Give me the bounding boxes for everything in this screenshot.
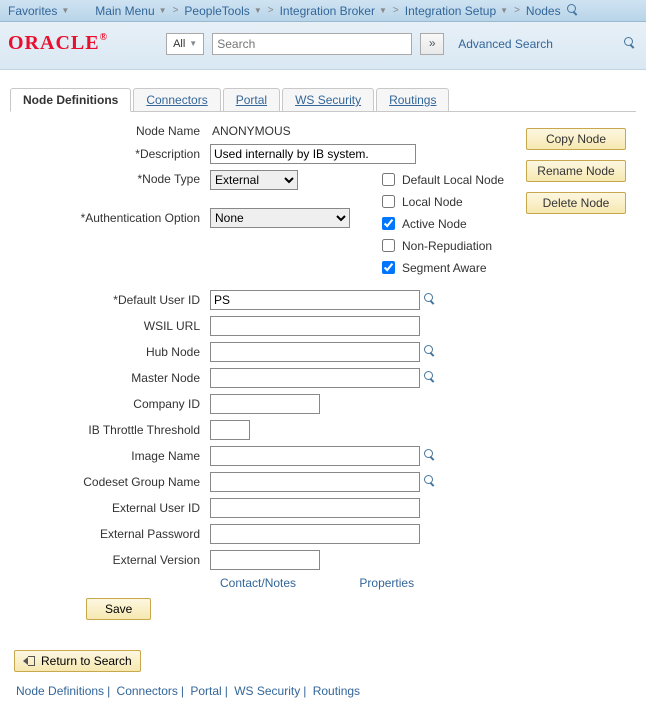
input-default-user-id[interactable] [210,290,420,310]
label-codeset: Codeset Group Name [10,475,210,489]
tab-ws-security[interactable]: WS Security [282,88,374,111]
link-properties[interactable]: Properties [359,576,414,590]
lookup-icon[interactable] [424,449,438,463]
lookup-icon[interactable] [424,345,438,359]
select-auth-option[interactable]: None [210,208,350,228]
label-segment-aware: Segment Aware [402,261,487,275]
label-local-node: Local Node [402,195,463,209]
label-throttle: IB Throttle Threshold [10,423,210,437]
crumb-integration-broker[interactable]: Integration Broker [280,4,375,18]
global-search-bar: ORACLE® All ▼ » Advanced Search [0,22,646,70]
return-icon [23,655,35,667]
label-wsil-url: WSIL URL [10,319,210,333]
advanced-search-link[interactable]: Advanced Search [458,37,553,51]
footer-tab-links: Node Definitions| Connectors| Portal| WS… [10,684,636,698]
search-scope-label: All [173,38,185,50]
label-description: *Description [10,147,210,161]
oracle-logo: ORACLE® [8,32,108,55]
crumb-integration-setup[interactable]: Integration Setup [405,4,496,18]
label-ext-pass: External Password [10,527,210,541]
input-company-id[interactable] [210,394,320,414]
input-description[interactable] [210,144,416,164]
footer-link-node-definitions[interactable]: Node Definitions [16,684,104,698]
dropdown-caret-icon: ▼ [254,6,262,15]
search-icon[interactable] [567,4,581,18]
breadcrumb-sep-icon: > [391,5,401,16]
footer-link-connectors[interactable]: Connectors [117,684,178,698]
lookup-icon[interactable] [424,293,438,307]
tab-portal[interactable]: Portal [223,88,280,111]
tab-routings[interactable]: Routings [376,88,449,111]
label-node-type: *Node Type [10,170,210,186]
crumb-peopletools[interactable]: PeopleTools [184,4,249,18]
lookup-icon[interactable] [424,371,438,385]
lookup-icon[interactable] [424,475,438,489]
dropdown-caret-icon: ▼ [61,6,69,15]
footer-link-routings[interactable]: Routings [313,684,360,698]
select-node-type[interactable]: External [210,170,298,190]
label-auth-option: *Authentication Option [10,211,210,225]
label-ext-ver: External Version [10,553,210,567]
input-image-name[interactable] [210,446,420,466]
dropdown-caret-icon: ▼ [500,6,508,15]
input-throttle[interactable] [210,420,250,440]
breadcrumb-sep-icon: > [171,5,181,16]
search-go-button[interactable]: » [420,33,444,55]
input-master-node[interactable] [210,368,420,388]
label-node-name: Node Name [10,124,210,138]
label-hub-node: Hub Node [10,345,210,359]
favorites-menu[interactable]: Favorites [8,4,57,18]
check-active-node[interactable] [382,217,395,230]
label-ext-user: External User ID [10,501,210,515]
label-image-name: Image Name [10,449,210,463]
dropdown-caret-icon: ▼ [159,6,167,15]
crumb-nodes[interactable]: Nodes [526,4,561,18]
dropdown-caret-icon: ▼ [189,39,197,48]
top-nav-bar: Favorites ▼ Main Menu ▼ > PeopleTools ▼ > I… [0,0,646,22]
tab-node-definitions[interactable]: Node Definitions [10,88,131,112]
input-hub-node[interactable] [210,342,420,362]
check-default-local-node[interactable] [382,173,395,186]
label-active-node: Active Node [402,217,467,231]
main-menu[interactable]: Main Menu [95,4,154,18]
label-master-node: Master Node [10,371,210,385]
search-icon[interactable] [624,37,638,51]
input-wsil-url[interactable] [210,316,420,336]
search-scope-select[interactable]: All ▼ [166,33,204,55]
breadcrumb-sep-icon: > [512,5,522,16]
footer-link-ws-security[interactable]: WS Security [234,684,300,698]
input-ext-ver[interactable] [210,550,320,570]
check-segment-aware[interactable] [382,261,395,274]
value-node-name: ANONYMOUS [210,124,291,138]
return-to-search-button[interactable]: Return to Search [14,650,141,672]
delete-node-button[interactable]: Delete Node [526,192,626,214]
input-ext-user[interactable] [210,498,420,518]
input-codeset[interactable] [210,472,420,492]
check-non-repudiation[interactable] [382,239,395,252]
link-contact-notes[interactable]: Contact/Notes [220,576,296,590]
footer-link-portal[interactable]: Portal [190,684,221,698]
label-default-local-node: Default Local Node [402,173,504,187]
label-company-id: Company ID [10,397,210,411]
check-local-node[interactable] [382,195,395,208]
label-default-user-id: *Default User ID [10,293,210,307]
input-ext-pass[interactable] [210,524,420,544]
rename-node-button[interactable]: Rename Node [526,160,626,182]
tab-strip: Node Definitions Connectors Portal WS Se… [10,88,636,112]
tab-connectors[interactable]: Connectors [133,88,220,111]
copy-node-button[interactable]: Copy Node [526,128,626,150]
search-input[interactable] [212,33,412,55]
save-button[interactable]: Save [86,598,151,620]
dropdown-caret-icon: ▼ [379,6,387,15]
breadcrumb-sep-icon: > [266,5,276,16]
label-non-repudiation: Non-Repudiation [402,239,492,253]
